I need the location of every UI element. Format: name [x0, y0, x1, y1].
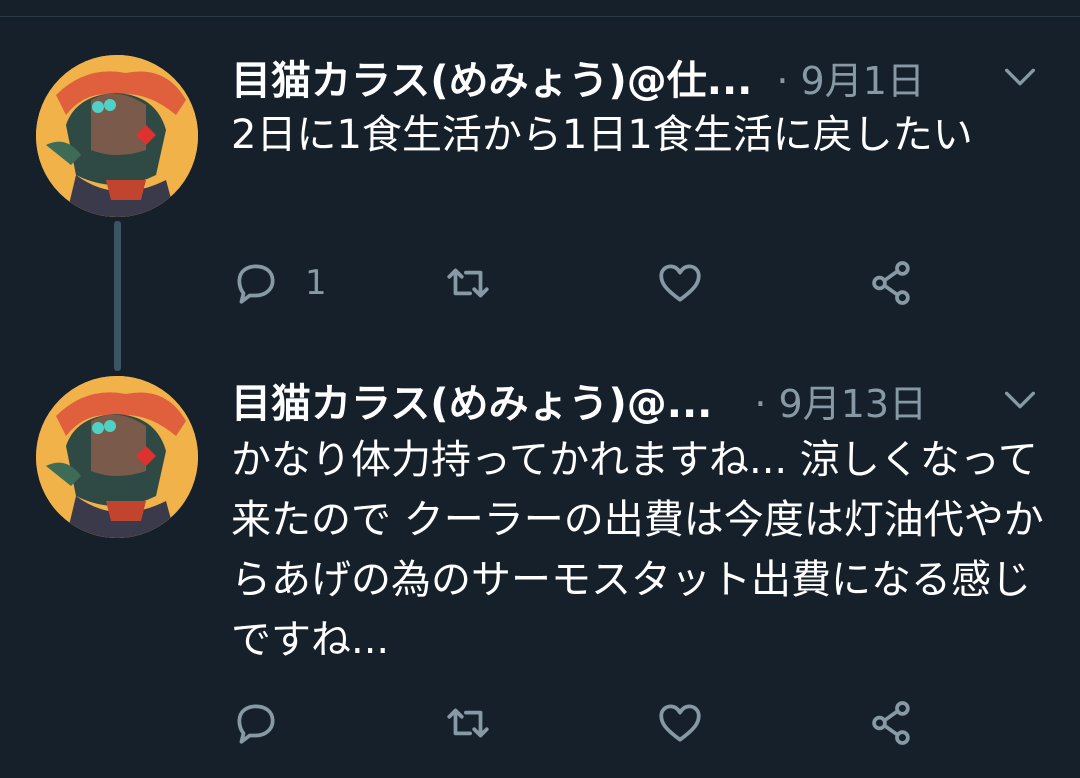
share-button[interactable]: [867, 253, 917, 313]
tweet-actions: [231, 693, 931, 753]
retweet-icon: [447, 268, 489, 298]
tweet-text: かなり体力持ってかれますね... 涼しくなって来たので クーラーの出費は今度は灯…: [231, 437, 1044, 663]
share-icon: [872, 701, 910, 745]
avatar[interactable]: [36, 55, 198, 217]
tweet-actions: 1: [231, 253, 931, 313]
reply-count: 1: [305, 263, 327, 303]
reply-icon: [237, 264, 275, 304]
tweet-header: 目猫カラス(めみょう)@仕... · 9月1日: [231, 47, 1050, 107]
display-name[interactable]: 目猫カラス(めみょう)@...: [231, 371, 712, 429]
timestamp[interactable]: · 9月1日: [776, 50, 925, 105]
tweet-header: 目猫カラス(めみょう)@... · 9月13日: [231, 370, 1050, 430]
heart-icon: [659, 704, 701, 742]
top-divider: [0, 16, 1080, 17]
reply-button[interactable]: [231, 693, 305, 753]
tweet-text: 2日に1食生活から1日1食生活に戻したい: [231, 112, 973, 158]
avatar[interactable]: [36, 376, 198, 538]
timestamp[interactable]: · 9月13日: [754, 373, 927, 428]
retweet-button[interactable]: [443, 693, 493, 753]
retweet-button[interactable]: [443, 253, 493, 313]
reply-button[interactable]: 1: [231, 253, 327, 313]
share-button[interactable]: [867, 693, 917, 753]
heart-icon: [659, 264, 701, 302]
like-button[interactable]: [655, 253, 705, 313]
thread-connector-line: [114, 221, 121, 371]
chevron-down-icon[interactable]: [1000, 57, 1040, 97]
retweet-icon: [447, 708, 489, 738]
chevron-down-icon[interactable]: [1000, 380, 1040, 420]
reply-icon: [237, 704, 275, 744]
display-name[interactable]: 目猫カラス(めみょう)@仕...: [231, 48, 752, 106]
share-icon: [872, 261, 910, 305]
like-button[interactable]: [655, 693, 705, 753]
